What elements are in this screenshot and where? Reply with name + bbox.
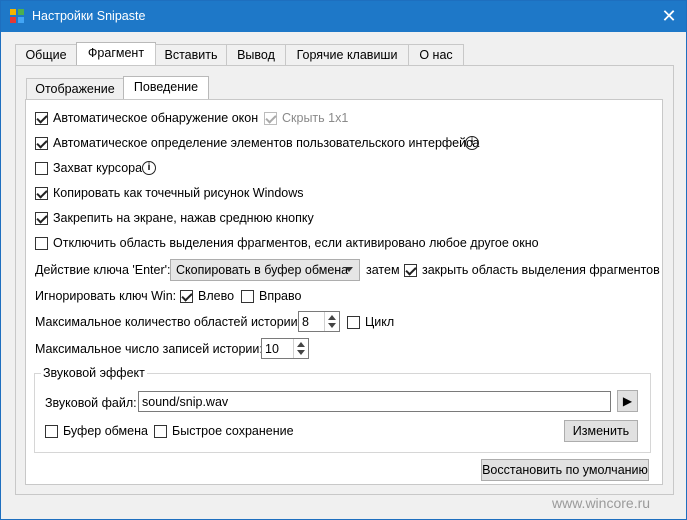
- cycle-label: Цикл: [365, 315, 395, 329]
- ignore-win-label: Игнорировать ключ Win:: [35, 289, 177, 303]
- disable-when-other-active-label: Отключить область выделения фрагментов, …: [53, 236, 539, 250]
- sound-groupbox: [34, 373, 651, 453]
- spin-buttons[interactable]: [324, 312, 339, 331]
- sound-quicksave-label: Быстрое сохранение: [172, 424, 294, 438]
- enter-action-label: Действие ключа 'Enter':: [35, 263, 171, 277]
- spin-up-icon[interactable]: [297, 342, 305, 347]
- then-label: затем: [366, 263, 400, 277]
- copy-windows-bitmap-checkbox[interactable]: [35, 187, 48, 200]
- tab-output[interactable]: Вывод: [226, 44, 286, 66]
- subtab-display[interactable]: Отображение: [26, 78, 124, 100]
- disable-when-other-active-checkbox[interactable]: [35, 237, 48, 250]
- subtab-behavior[interactable]: Поведение: [123, 76, 209, 100]
- watermark: www.wincore.ru: [552, 495, 651, 511]
- restore-defaults-button[interactable]: Восстановить по умолчанию: [481, 459, 649, 481]
- capture-cursor-checkbox[interactable]: [35, 162, 48, 175]
- hide-1x1-checkbox[interactable]: [264, 112, 277, 125]
- window-title: Настройки Snipaste: [32, 9, 146, 23]
- sound-file-value: sound/snip.wav: [142, 395, 229, 409]
- chevron-down-icon: [345, 267, 353, 272]
- history-records-label: Максимальное число записей истории:: [35, 342, 263, 356]
- spin-down-icon[interactable]: [328, 323, 336, 328]
- spin-buttons[interactable]: [293, 339, 308, 358]
- tab-fragment[interactable]: Фрагмент: [76, 42, 156, 66]
- spin-up-icon[interactable]: [328, 315, 336, 320]
- copy-windows-bitmap-label: Копировать как точечный рисунок Windows: [53, 186, 304, 200]
- close-area-label: закрыть область выделения фрагментов: [422, 263, 660, 277]
- tab-about[interactable]: О нас: [408, 44, 464, 66]
- spin-down-icon[interactable]: [297, 350, 305, 355]
- snipaste-app-icon: [10, 9, 24, 23]
- capture-cursor-label: Захват курсора: [53, 161, 143, 175]
- sound-quicksave-checkbox[interactable]: [154, 425, 167, 438]
- auto-detect-ui-checkbox[interactable]: [35, 137, 48, 150]
- hide-1x1-label: Скрыть 1x1: [282, 111, 349, 125]
- title-bar[interactable]: Настройки Snipaste ✕: [1, 1, 686, 32]
- close-area-checkbox[interactable]: [404, 264, 417, 277]
- sound-clipboard-checkbox[interactable]: [45, 425, 58, 438]
- tab-general[interactable]: Общие: [15, 44, 77, 66]
- ignore-win-right-checkbox[interactable]: [241, 290, 254, 303]
- sound-group-title: Звуковой эффект: [41, 366, 147, 380]
- ignore-win-left-label: Влево: [198, 289, 235, 303]
- history-records-value: 10: [265, 342, 279, 356]
- sound-clipboard-label: Буфер обмена: [63, 424, 148, 438]
- history-areas-stepper[interactable]: 8: [298, 311, 340, 332]
- enter-action-dropdown[interactable]: Скопировать в буфер обмена: [170, 259, 360, 281]
- info-icon[interactable]: i: [465, 136, 479, 150]
- info-icon[interactable]: i: [142, 161, 156, 175]
- sound-file-label: Звуковой файл:: [45, 396, 137, 410]
- pin-middle-click-checkbox[interactable]: [35, 212, 48, 225]
- settings-window: Настройки Snipaste ✕ Общие Фрагмент Вста…: [0, 0, 687, 520]
- tab-paste[interactable]: Вставить: [155, 44, 227, 66]
- sound-file-input[interactable]: sound/snip.wav: [138, 391, 611, 412]
- auto-detect-windows-checkbox[interactable]: [35, 112, 48, 125]
- auto-detect-windows-label: Автоматическое обнаружение окон: [53, 111, 259, 125]
- history-areas-label: Максимальное количество областей истории…: [35, 315, 302, 329]
- change-button[interactable]: Изменить: [564, 420, 638, 442]
- history-records-stepper[interactable]: 10: [261, 338, 309, 359]
- play-button[interactable]: ▶: [617, 390, 638, 412]
- play-icon: ▶: [622, 394, 633, 408]
- pin-middle-click-label: Закрепить на экране, нажав среднюю кнопк…: [53, 211, 314, 225]
- auto-detect-ui-label: Автоматическое определение элементов пол…: [53, 136, 480, 150]
- tab-hotkeys[interactable]: Горячие клавиши: [285, 44, 409, 66]
- history-areas-value: 8: [302, 315, 309, 329]
- enter-action-value: Скопировать в буфер обмена: [176, 263, 349, 277]
- ignore-win-right-label: Вправо: [259, 289, 302, 303]
- cycle-checkbox[interactable]: [347, 316, 360, 329]
- close-icon[interactable]: ✕: [657, 5, 681, 27]
- ignore-win-left-checkbox[interactable]: [180, 290, 193, 303]
